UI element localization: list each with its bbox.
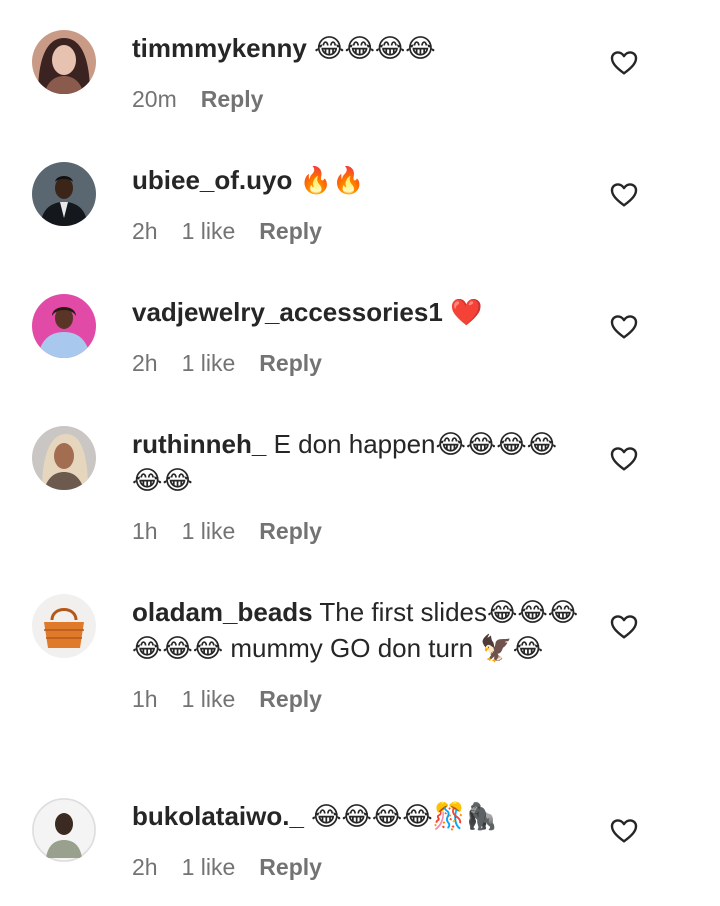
comment-meta: 2h 1 like Reply [132, 350, 584, 377]
comment-content: 😂😂😂😂 [306, 33, 436, 63]
comment-username[interactable]: ruthinneh_ [132, 429, 266, 459]
avatar[interactable] [32, 30, 96, 94]
comment-meta: 1h 1 like Reply [132, 686, 584, 713]
avatar[interactable] [32, 162, 96, 226]
comment-content: ❤️ [442, 297, 483, 327]
comment-likes[interactable]: 1 like [182, 854, 236, 881]
like-heart-icon[interactable] [608, 178, 640, 210]
comment-content: 🔥🔥 [292, 165, 365, 195]
reply-button[interactable]: Reply [259, 854, 322, 881]
reply-button[interactable]: Reply [259, 218, 322, 245]
reply-button[interactable]: Reply [259, 350, 322, 377]
comment-time: 2h [132, 218, 158, 244]
comment-content: 😂😂😂😂🎊🦍 [303, 801, 498, 831]
comment-meta: 20m Reply [132, 86, 584, 113]
comment-username[interactable]: bukolataiwo._ [132, 801, 304, 831]
avatar[interactable] [32, 294, 96, 358]
like-heart-icon[interactable] [608, 814, 640, 846]
comment-text: timmmykenny 😂😂😂😂 [132, 30, 584, 66]
comment-time: 2h [132, 350, 158, 376]
comment-username[interactable]: ubiee_of.uyo [132, 165, 292, 195]
avatar[interactable] [32, 798, 96, 862]
comment-time: 1h [132, 518, 158, 544]
comment-text: bukolataiwo._ 😂😂😂😂🎊🦍 [132, 798, 584, 834]
like-heart-icon[interactable] [608, 46, 640, 78]
reply-button[interactable]: Reply [259, 686, 322, 713]
comment-likes[interactable]: 1 like [182, 350, 236, 377]
comment-time: 20m [132, 86, 177, 112]
like-heart-icon[interactable] [608, 442, 640, 474]
comment-likes[interactable]: 1 like [182, 686, 236, 713]
comment-text: ruthinneh_ E don happen😂😂😂😂😂😂 [132, 426, 584, 498]
comment-text: vadjewelry_accessories1 ❤️ [132, 294, 584, 330]
comment-time: 1h [132, 686, 158, 712]
comment-text: oladam_beads The first slides😂😂😂😂😂😂 mumm… [132, 594, 584, 666]
comment-text: ubiee_of.uyo 🔥🔥 [132, 162, 584, 198]
avatar[interactable] [32, 594, 96, 658]
avatar[interactable] [32, 426, 96, 490]
comment-time: 2h [132, 854, 158, 880]
comment-username[interactable]: vadjewelry_accessories1 [132, 297, 443, 327]
like-heart-icon[interactable] [608, 610, 640, 642]
comment-likes[interactable]: 1 like [182, 218, 236, 245]
comment-username[interactable]: timmmykenny [132, 33, 307, 63]
comment-meta: 2h 1 like Reply [132, 218, 584, 245]
comment-username[interactable]: oladam_beads [132, 597, 313, 627]
comment-meta: 2h 1 like Reply [132, 854, 584, 881]
like-heart-icon[interactable] [608, 310, 640, 342]
comment-meta: 1h 1 like Reply [132, 518, 584, 545]
comment-likes[interactable]: 1 like [182, 518, 236, 545]
reply-button[interactable]: Reply [201, 86, 264, 113]
reply-button[interactable]: Reply [259, 518, 322, 545]
